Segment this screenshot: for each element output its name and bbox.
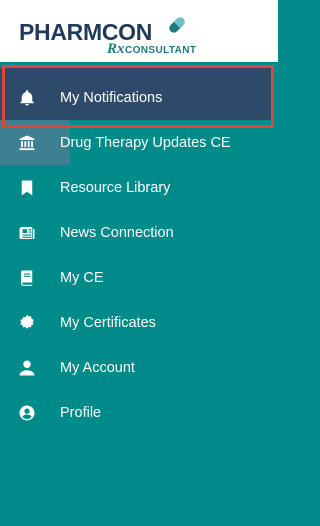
sidebar-nav: My Notifications Drug Therapy Updates CE…: [0, 75, 278, 435]
logo-rx: Rx: [107, 41, 125, 57]
institution-icon: [17, 133, 37, 153]
bookmark-icon: [17, 178, 37, 198]
sidebar-item-resource-library[interactable]: Resource Library: [0, 165, 278, 210]
logo-tagline: CONSULTANT: [125, 45, 197, 56]
user-icon: [17, 358, 37, 378]
capsule-icon: [169, 17, 185, 33]
sidebar-item-my-notifications[interactable]: My Notifications: [0, 75, 278, 120]
logo-wordmark: PHARMCON: [19, 19, 153, 45]
sidebar-item-label: My Account: [60, 359, 135, 376]
sidebar-item-my-ce[interactable]: My CE: [0, 255, 278, 300]
header: PHARMCON Rx CONSULTANT: [0, 0, 278, 62]
sidebar-item-label: My Notifications: [60, 89, 163, 106]
sidebar-item-profile[interactable]: Profile: [0, 390, 278, 435]
book-icon: [17, 268, 37, 288]
certificate-icon: [17, 313, 37, 333]
sidebar-item-drug-therapy-updates[interactable]: Drug Therapy Updates CE: [0, 120, 278, 165]
sidebar-item-news-connection[interactable]: News Connection: [0, 210, 278, 255]
sidebar-item-my-account[interactable]: My Account: [0, 345, 278, 390]
sidebar-item-label: Drug Therapy Updates CE: [60, 134, 231, 151]
sidebar-item-label: My CE: [60, 269, 104, 286]
pharmcon-logo[interactable]: PHARMCON Rx CONSULTANT: [19, 14, 219, 60]
sidebar-item-my-certificates[interactable]: My Certificates: [0, 300, 278, 345]
bell-icon: [17, 88, 37, 108]
sidebar-item-label: News Connection: [60, 224, 174, 241]
newspaper-icon: [17, 223, 37, 243]
sidebar-item-label: My Certificates: [60, 314, 156, 331]
sidebar-item-label: Profile: [60, 404, 102, 421]
user-circle-icon: [17, 403, 37, 423]
sidebar-item-label: Resource Library: [60, 179, 171, 196]
